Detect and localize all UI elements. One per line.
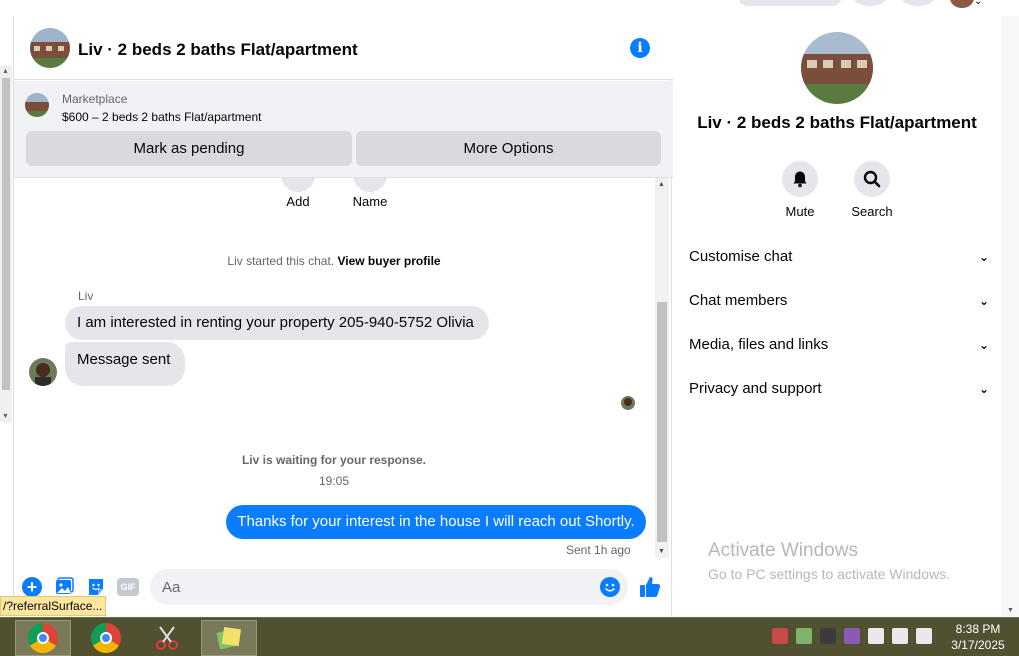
section-label: Media, files and links (689, 336, 829, 353)
add-label: Add (286, 194, 310, 209)
customise-chat-section[interactable]: Customise chat ⌄ (689, 242, 989, 272)
sticky-notes-icon (216, 626, 242, 650)
media-files-links-section[interactable]: Media, files and links ⌄ (689, 330, 989, 360)
clock-time: 8:38 PM (955, 622, 1001, 636)
scroll-down-arrow-icon[interactable]: ▼ (658, 548, 665, 555)
scissors-icon (156, 626, 178, 650)
account-caret-icon[interactable]: ⌄ (974, 0, 982, 7)
page-left-scrollbar[interactable]: ▲ ▼ (0, 66, 12, 422)
battery-icon[interactable] (868, 628, 884, 644)
emoji-icon[interactable] (600, 577, 620, 597)
plus-icon[interactable]: + (22, 577, 42, 597)
mute-action[interactable]: Mute (770, 161, 830, 219)
chrome-icon (91, 623, 121, 653)
section-label: Privacy and support (689, 380, 822, 397)
incoming-message[interactable]: Message sent (65, 342, 185, 386)
waiting-notice: Liv is waiting for your response. (14, 453, 654, 467)
scroll-down-arrow-icon[interactable]: ▼ (2, 413, 9, 420)
scroll-up-arrow-icon[interactable]: ▲ (658, 181, 665, 188)
section-label: Customise chat (689, 248, 793, 265)
listing-thumbnail[interactable] (25, 93, 49, 117)
listing-price[interactable]: $600 – 2 beds 2 baths Flat/apartment (62, 110, 261, 124)
scrollbar-thumb[interactable] (2, 78, 10, 390)
search-action[interactable]: Search (842, 161, 902, 219)
taskbar: 8:38 PM 3/17/2025 (0, 617, 1019, 656)
read-receipt-avatar (621, 396, 635, 410)
system-tray (772, 628, 932, 648)
add-button[interactable] (281, 178, 315, 192)
mark-pending-button[interactable]: Mark as pending (26, 131, 352, 166)
search-label: Search (851, 204, 893, 219)
marketplace-banner: Marketplace $600 – 2 beds 2 baths Flat/a… (14, 81, 673, 178)
name-button[interactable] (353, 178, 387, 192)
view-buyer-profile-link[interactable]: View buyer profile (337, 254, 440, 268)
sent-status: Sent 1h ago (566, 543, 631, 557)
started-text: Liv started this chat. (227, 254, 335, 268)
thumbs-up-icon[interactable] (638, 575, 662, 599)
more-options-button[interactable]: More Options (356, 131, 661, 166)
chevron-down-icon[interactable]: ⌄ (979, 330, 989, 360)
search-icon[interactable] (854, 161, 890, 197)
chat-title[interactable]: Liv · 2 beds 2 baths Flat/apartment (78, 40, 358, 60)
scrollbar-thumb[interactable] (657, 302, 667, 542)
taskbar-chrome-active[interactable] (15, 620, 71, 656)
privacy-support-section[interactable]: Privacy and support ⌄ (689, 374, 989, 404)
volume-icon[interactable] (892, 628, 908, 644)
composer: + GIF (14, 566, 673, 610)
taskbar-snipping-tool[interactable] (139, 620, 195, 656)
info-icon[interactable]: i (630, 38, 650, 58)
chevron-down-icon[interactable]: ⌄ (979, 374, 989, 404)
top-search-pill[interactable] (738, 0, 842, 6)
scroll-up-arrow-icon[interactable]: ▲ (2, 68, 9, 75)
waiting-text: Liv is waiting for your response. (241, 453, 427, 467)
name-label: Name (352, 194, 388, 209)
chat-info-panel: Liv · 2 beds 2 baths Flat/apartment Mute… (673, 16, 1001, 616)
message-timestamp: 19:05 (318, 474, 350, 488)
chevron-down-icon[interactable]: ⌄ (979, 286, 989, 316)
page-right-scrollbar[interactable]: ▼ (1002, 16, 1019, 616)
message-input[interactable] (150, 569, 628, 605)
clock-date: 3/17/2025 (951, 638, 1005, 652)
activate-windows-watermark: Activate Windows Go to PC settings to ac… (708, 540, 950, 582)
display-icon[interactable] (820, 628, 836, 644)
sender-name: Liv (78, 289, 94, 303)
section-label: Chat members (689, 292, 788, 309)
flag-icon[interactable] (772, 628, 788, 644)
taskbar-chrome-profile[interactable] (78, 620, 134, 656)
side-title: Liv · 2 beds 2 baths Flat/apartment (697, 113, 977, 132)
chat-header: Liv · 2 beds 2 baths Flat/apartment i (14, 16, 673, 80)
chat-panel: Liv · 2 beds 2 baths Flat/apartment i Ma… (13, 16, 673, 616)
mute-label: Mute (785, 204, 815, 219)
message-scrollbar[interactable]: ▲ ▼ (655, 178, 669, 558)
chevron-down-icon[interactable]: ⌄ (979, 242, 989, 272)
chrome-icon (28, 623, 58, 653)
outgoing-message[interactable]: Thanks for your interest in the house I … (226, 505, 646, 539)
clock[interactable]: 8:38 PM 3/17/2025 (946, 621, 1010, 653)
chat-started-notice: Liv started this chat. View buyer profil… (14, 254, 654, 268)
photo-icon[interactable] (54, 577, 74, 597)
sticker-icon[interactable] (86, 577, 106, 597)
signal-icon[interactable] (916, 628, 932, 644)
taskbar-sticky-notes[interactable] (201, 620, 257, 656)
security-icon[interactable] (796, 628, 812, 644)
listing-large-avatar[interactable] (801, 32, 873, 104)
marketplace-label: Marketplace (62, 92, 128, 106)
chat-members-section[interactable]: Chat members ⌄ (689, 286, 989, 316)
incoming-message[interactable]: I am interested in renting your property… (65, 306, 489, 340)
sender-avatar[interactable] (29, 358, 57, 386)
bell-icon[interactable] (782, 161, 818, 197)
status-url-tooltip: /?referralSurface... (0, 596, 106, 616)
onenote-icon[interactable] (844, 628, 860, 644)
listing-avatar[interactable] (30, 28, 70, 68)
message-list: Add Name Liv started this chat. View buy… (14, 178, 673, 558)
watermark-subtitle: Go to PC settings to activate Windows. (708, 566, 950, 582)
gif-icon[interactable]: GIF (117, 578, 139, 596)
watermark-title: Activate Windows (708, 540, 858, 561)
scroll-down-arrow-icon[interactable]: ▼ (1007, 607, 1014, 614)
